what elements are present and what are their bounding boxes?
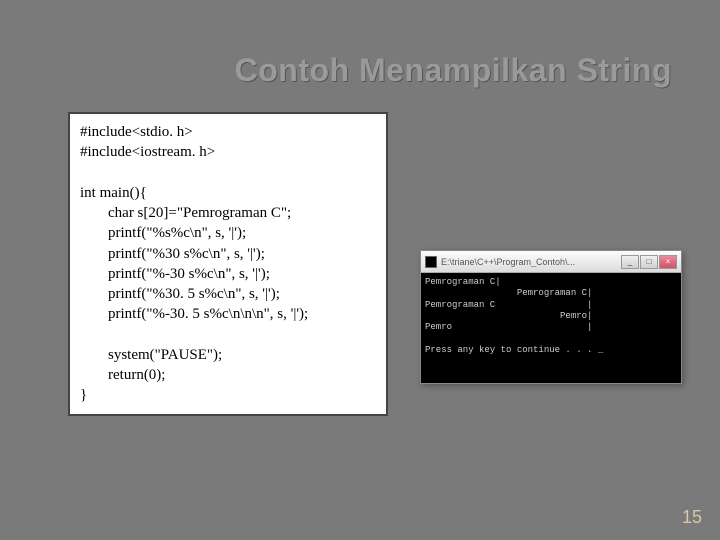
close-button[interactable]: × (659, 255, 677, 269)
slide: Contoh Menampilkan String #include<stdio… (0, 0, 720, 540)
blank-line (80, 163, 376, 183)
minimize-button[interactable]: _ (621, 255, 639, 269)
console-line: Press any key to continue . . . _ (425, 345, 603, 355)
console-line: Pemro| (425, 311, 592, 321)
code-line: char s[20]="Pemrograman C"; (80, 203, 376, 223)
console-line: Pemrograman C| (425, 277, 501, 287)
code-line: printf("%30 s%c\n", s, '|'); (80, 244, 376, 264)
console-path: E:\triane\C++\Program_Contoh\... (441, 257, 617, 267)
window-buttons: _ □ × (621, 255, 677, 269)
code-line: printf("%s%c\n", s, '|'); (80, 223, 376, 243)
console-titlebar: E:\triane\C++\Program_Contoh\... _ □ × (421, 251, 681, 273)
code-line: printf("%30. 5 s%c\n", s, '|'); (80, 284, 376, 304)
maximize-button[interactable]: □ (640, 255, 658, 269)
page-number: 15 (682, 507, 702, 528)
slide-title: Contoh Menampilkan String (235, 52, 672, 89)
code-line: printf("%-30 s%c\n", s, '|'); (80, 264, 376, 284)
console-icon (425, 256, 437, 268)
code-line: } (80, 385, 376, 405)
console-line: Pemrograman C| (425, 288, 592, 298)
code-line: int main(){ (80, 183, 376, 203)
console-output: Pemrograman C| Pemrograman C| Pemrograma… (421, 273, 681, 383)
code-line: #include<stdio. h> (80, 122, 376, 142)
console-line: Pemrograman C | (425, 300, 592, 310)
code-box: #include<stdio. h> #include<iostream. h>… (68, 112, 388, 416)
console-line: Pemro | (425, 322, 592, 332)
code-line: printf("%-30. 5 s%c\n\n\n", s, '|'); (80, 304, 376, 324)
console-window: E:\triane\C++\Program_Contoh\... _ □ × P… (420, 250, 682, 384)
code-line: #include<iostream. h> (80, 142, 376, 162)
code-line: return(0); (80, 365, 376, 385)
code-line: system("PAUSE"); (80, 345, 376, 365)
blank-line (80, 325, 376, 345)
